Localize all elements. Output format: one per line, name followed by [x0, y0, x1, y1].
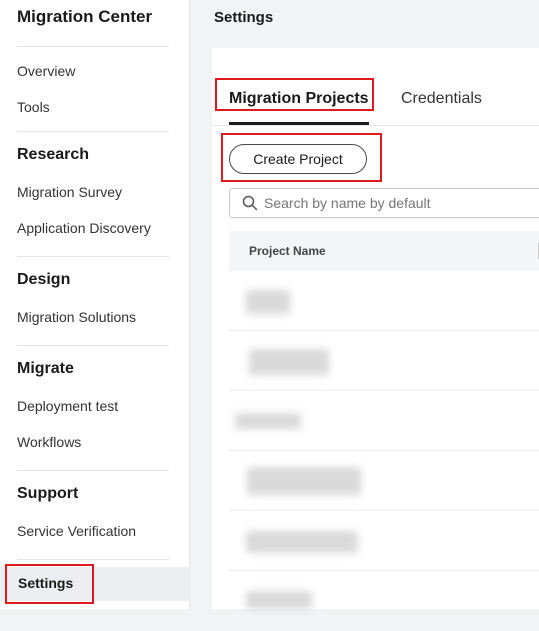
- sidebar-item-service-verification[interactable]: Service Verification: [17, 523, 136, 539]
- divider: [17, 46, 169, 47]
- app-title: Migration Center: [17, 7, 153, 26]
- page-title: Settings: [214, 9, 274, 26]
- divider: [17, 559, 169, 560]
- divider: [17, 131, 169, 132]
- sidebar-item-overview[interactable]: Overview: [17, 63, 75, 79]
- sidebar-item-deployment-test[interactable]: Deployment test: [17, 398, 118, 414]
- group-title-migrate: Migrate: [17, 360, 74, 377]
- divider: [17, 256, 169, 257]
- highlight-box: [5, 564, 94, 604]
- sidebar-item-migration-solutions[interactable]: Migration Solutions: [17, 309, 136, 325]
- redacted-project-name: [246, 290, 290, 314]
- sidebar: Migration Center Overview Tools Research…: [0, 0, 190, 609]
- redacted-project-name: [246, 591, 312, 609]
- table-row[interactable]: [229, 331, 539, 391]
- group-title-design: Design: [17, 271, 71, 288]
- tabs-divider: [212, 125, 539, 126]
- redacted-project-name: [249, 349, 329, 375]
- table-row[interactable]: [229, 391, 539, 451]
- sidebar-item-workflows[interactable]: Workflows: [17, 434, 81, 450]
- divider: [17, 345, 169, 346]
- highlight-box: [221, 133, 382, 182]
- search-box: [229, 188, 539, 218]
- tab-credentials[interactable]: Credentials: [401, 90, 482, 108]
- table-row[interactable]: [229, 271, 539, 331]
- divider: [17, 470, 169, 471]
- table-header: Project Name: [229, 231, 539, 271]
- redacted-project-name: [246, 531, 358, 553]
- sidebar-item-application-discovery[interactable]: Application Discovery: [17, 220, 151, 236]
- sidebar-item-migration-survey[interactable]: Migration Survey: [17, 184, 122, 200]
- table-row[interactable]: [229, 451, 539, 511]
- sidebar-item-tools[interactable]: Tools: [17, 99, 50, 115]
- column-header-project-name[interactable]: Project Name: [249, 244, 326, 258]
- redacted-project-name: [235, 413, 301, 429]
- redacted-project-name: [247, 467, 361, 495]
- group-title-research: Research: [17, 146, 90, 163]
- highlight-box: [215, 78, 374, 111]
- group-title-support: Support: [17, 485, 79, 502]
- table-row[interactable]: [229, 571, 539, 631]
- table-row[interactable]: [229, 511, 539, 571]
- search-icon: [242, 195, 258, 211]
- search-input[interactable]: [264, 195, 534, 211]
